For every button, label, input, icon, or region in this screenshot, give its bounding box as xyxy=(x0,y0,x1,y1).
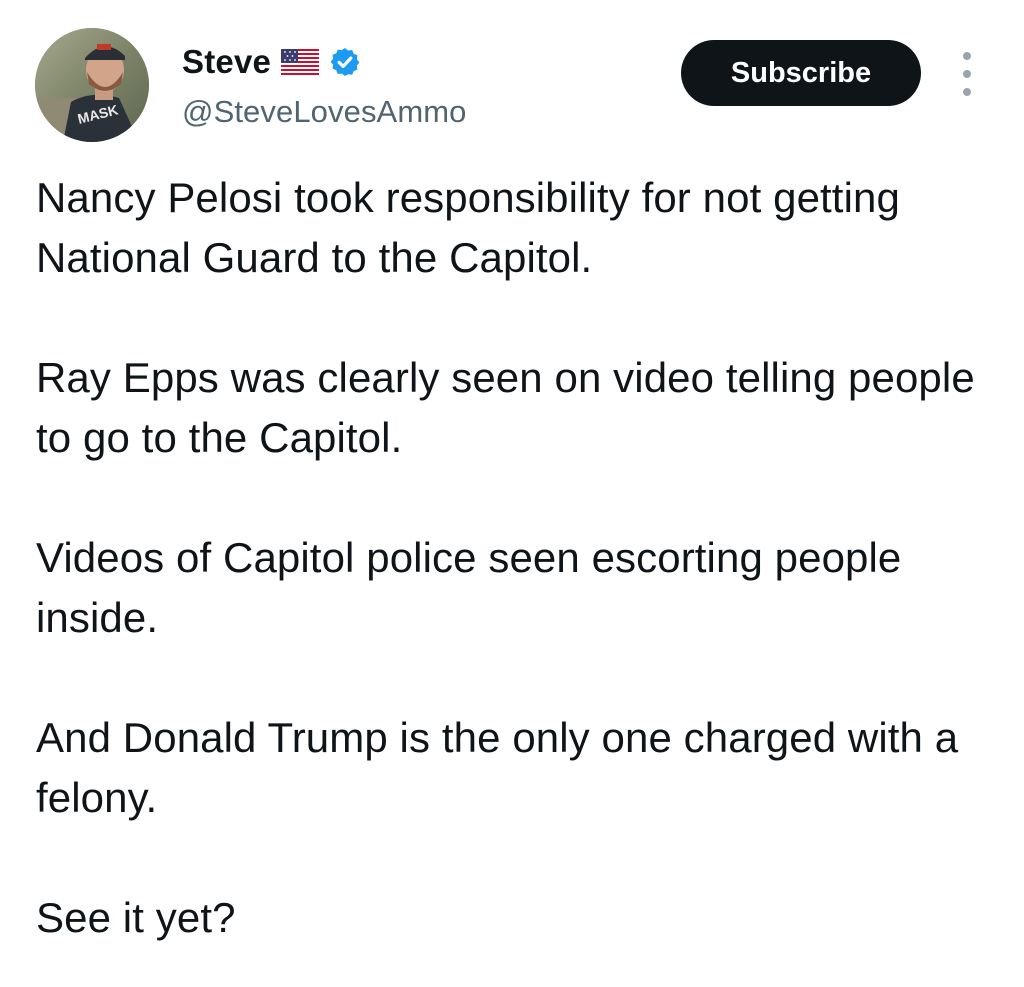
tweet-text: Nancy Pelosi took responsibility for not… xyxy=(36,168,976,948)
tweet-paragraph: Videos of Capitol police seen escorting … xyxy=(36,534,902,641)
tweet-paragraph: Nancy Pelosi took responsibility for not… xyxy=(36,174,900,281)
tweet-paragraph: And Donald Trump is the only one charged… xyxy=(36,714,959,821)
tweet-paragraph: Ray Epps was clearly seen on video telli… xyxy=(36,354,975,461)
tweet-header: MASK Steve @SteveLovesAmmo Subscribe xyxy=(0,0,1024,160)
more-dot xyxy=(963,70,971,78)
avatar[interactable]: MASK xyxy=(35,28,149,142)
author-identity: Steve @SteveLovesAmmo xyxy=(182,40,467,130)
verified-badge-icon[interactable] xyxy=(329,46,361,78)
tweet: MASK Steve @SteveLovesAmmo Subscribe Nan… xyxy=(0,0,1024,987)
us-flag-icon xyxy=(281,49,320,75)
subscribe-button[interactable]: Subscribe xyxy=(681,40,921,106)
display-name[interactable]: Steve xyxy=(182,43,271,81)
more-vertical-icon[interactable] xyxy=(955,52,979,96)
more-dot xyxy=(963,52,971,60)
name-row: Steve xyxy=(182,40,467,84)
more-dot xyxy=(963,88,971,96)
avatar-image: MASK xyxy=(35,28,149,142)
tweet-paragraph: See it yet? xyxy=(36,894,236,941)
author-handle[interactable]: @SteveLovesAmmo xyxy=(182,94,467,130)
